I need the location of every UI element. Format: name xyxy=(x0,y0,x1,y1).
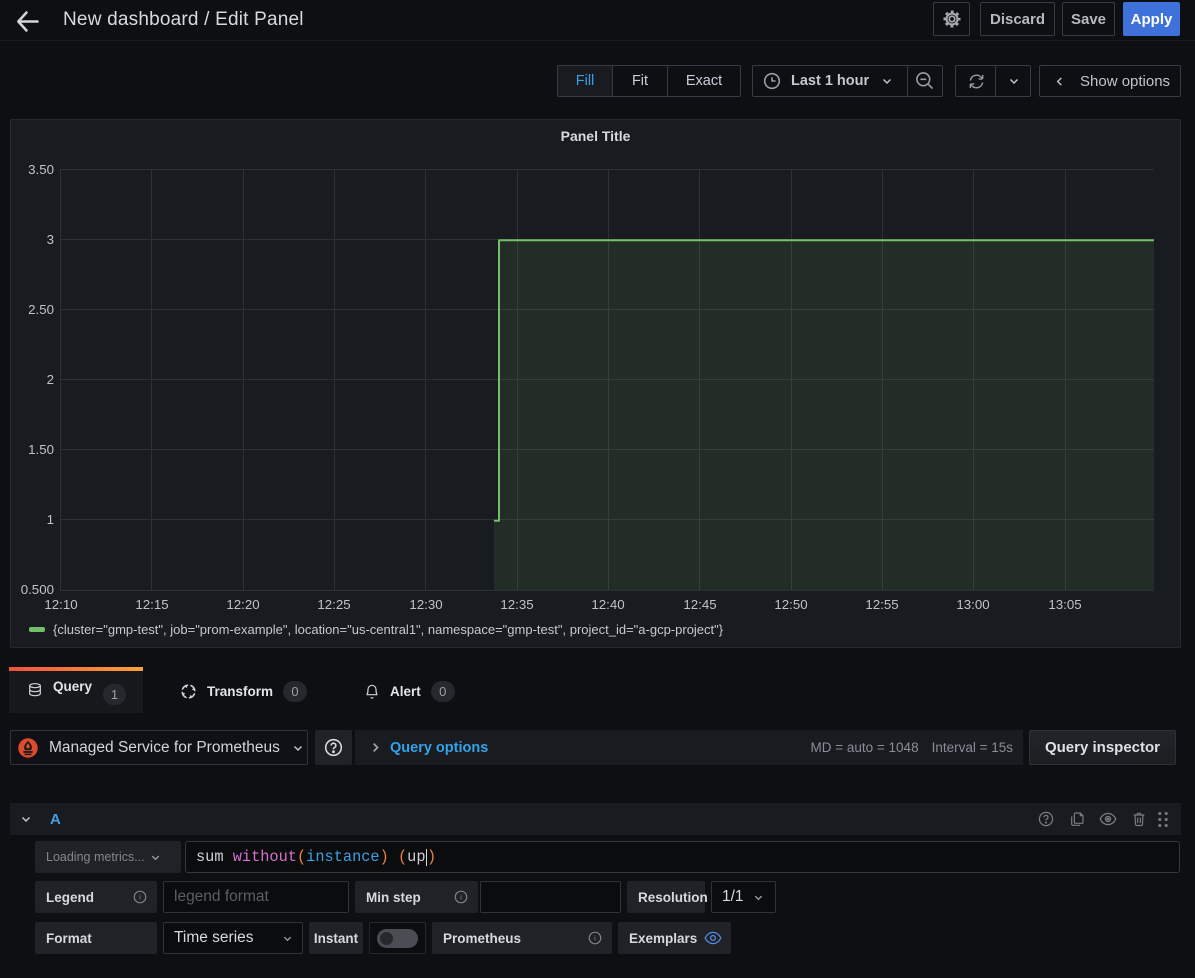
svg-text:13:00: 13:00 xyxy=(956,597,989,612)
svg-text:1.50: 1.50 xyxy=(28,442,54,457)
svg-text:13:05: 13:05 xyxy=(1048,597,1081,612)
svg-text:12:15: 12:15 xyxy=(135,597,168,612)
svg-text:12:35: 12:35 xyxy=(500,597,533,612)
svg-text:12:20: 12:20 xyxy=(226,597,259,612)
svg-text:1: 1 xyxy=(47,512,54,527)
svg-text:2: 2 xyxy=(47,372,54,387)
svg-text:12:30: 12:30 xyxy=(409,597,442,612)
svg-text:i: i xyxy=(460,893,462,902)
svg-text:12:40: 12:40 xyxy=(591,597,624,612)
svg-text:0.500: 0.500 xyxy=(21,582,54,597)
svg-text:12:50: 12:50 xyxy=(774,597,807,612)
svg-text:12:45: 12:45 xyxy=(683,597,716,612)
svg-text:12:55: 12:55 xyxy=(865,597,898,612)
svg-text:3: 3 xyxy=(47,232,54,247)
svg-text:3.50: 3.50 xyxy=(28,162,54,177)
svg-text:12:25: 12:25 xyxy=(317,597,350,612)
svg-text:i: i xyxy=(594,934,596,943)
svg-text:2.50: 2.50 xyxy=(28,302,54,317)
svg-text:i: i xyxy=(139,893,141,902)
svg-text:12:10: 12:10 xyxy=(44,597,77,612)
